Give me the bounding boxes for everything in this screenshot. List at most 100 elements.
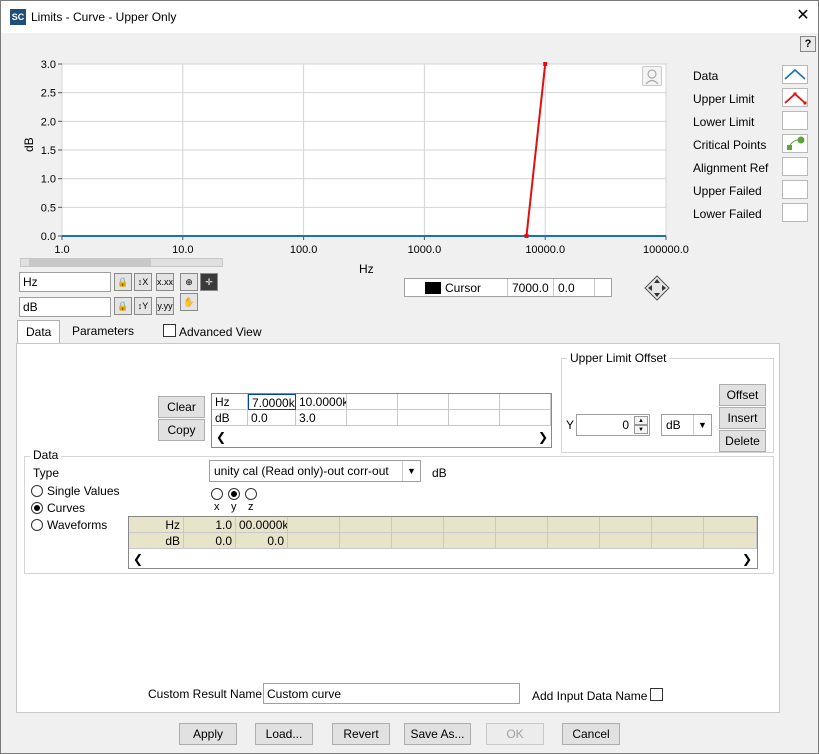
- limit-cell[interactable]: [449, 394, 500, 410]
- x-autoscale-icon[interactable]: ↕X: [134, 273, 152, 291]
- scroll-right-icon[interactable]: ❯: [538, 430, 548, 444]
- help-button[interactable]: ?: [800, 36, 816, 52]
- plot-scrollbar[interactable]: [20, 258, 223, 267]
- tab-parameters[interactable]: Parameters: [64, 320, 142, 343]
- offset-unit-select[interactable]: dB ▼: [661, 414, 712, 436]
- cancel-button[interactable]: Cancel: [562, 723, 620, 745]
- plot-user-icon[interactable]: [642, 66, 662, 86]
- data-line-icon[interactable]: [782, 65, 808, 84]
- delete-button[interactable]: Delete: [719, 430, 766, 452]
- upper-limit-offset-title: Upper Limit Offset: [567, 351, 670, 365]
- limit-cell[interactable]: [347, 410, 398, 426]
- data-cell[interactable]: 0.0: [236, 533, 288, 549]
- advanced-view-checkbox[interactable]: [163, 324, 176, 337]
- data-cell[interactable]: [704, 517, 757, 533]
- offset-value-spinner[interactable]: 0 ▲ ▼: [576, 414, 650, 436]
- alignment-ref-swatch[interactable]: [782, 157, 808, 176]
- copy-button[interactable]: Copy: [158, 419, 205, 441]
- axis-x-radio[interactable]: [211, 488, 223, 500]
- insert-button[interactable]: Insert: [719, 407, 766, 429]
- data-cell[interactable]: [496, 533, 548, 549]
- y-tick-label: 1.0: [41, 174, 56, 186]
- scroll-right-icon[interactable]: ❯: [742, 552, 752, 566]
- legend-label-critical-points: Critical Points: [693, 138, 767, 152]
- axis-z-label: z: [248, 501, 254, 513]
- data-cell[interactable]: [392, 517, 444, 533]
- load-button[interactable]: Load...: [255, 723, 313, 745]
- limit-cell[interactable]: [500, 410, 551, 426]
- data-cell[interactable]: 1.0: [184, 517, 236, 533]
- data-cell[interactable]: [340, 517, 392, 533]
- mode-waveforms-radio[interactable]: [31, 519, 43, 531]
- custom-result-input[interactable]: Custom curve: [263, 683, 520, 704]
- save-as-button[interactable]: Save As...: [404, 723, 471, 745]
- limit-cell[interactable]: [449, 410, 500, 426]
- spin-down-icon[interactable]: ▼: [634, 425, 648, 434]
- advanced-view-label: Advanced View: [179, 325, 262, 339]
- y-format-icon[interactable]: y.yy: [156, 297, 174, 315]
- crosshair-icon[interactable]: ✛: [200, 273, 218, 291]
- data-cell[interactable]: [444, 533, 496, 549]
- data-cell[interactable]: 00.0000k: [236, 517, 288, 533]
- scroll-left-icon[interactable]: ❮: [216, 430, 226, 444]
- apply-button[interactable]: Apply: [179, 723, 237, 745]
- limit-plot[interactable]: 1.0 10.0 100.0 1000.0 10000.0 100000.0 0.0 0.5 1…: [0, 55, 700, 255]
- data-cell[interactable]: [600, 533, 652, 549]
- upper-failed-swatch[interactable]: [782, 180, 808, 199]
- pan-hand-icon[interactable]: ✋: [180, 293, 198, 311]
- add-input-checkbox[interactable]: [650, 688, 663, 701]
- scroll-left-icon[interactable]: ❮: [133, 552, 143, 566]
- limit-cell[interactable]: 10.0000k: [296, 394, 347, 410]
- data-cell[interactable]: [548, 533, 600, 549]
- revert-button[interactable]: Revert: [332, 723, 390, 745]
- mode-curves-radio[interactable]: [31, 502, 43, 514]
- data-cell[interactable]: [548, 517, 600, 533]
- legend-label-lower-limit: Lower Limit: [693, 115, 755, 129]
- data-cell[interactable]: [496, 517, 548, 533]
- limit-cell[interactable]: [347, 394, 398, 410]
- data-cell[interactable]: [652, 517, 704, 533]
- data-cell[interactable]: [392, 533, 444, 549]
- limit-table[interactable]: Hz dB 7.0000k 10.0000k 0.0 3.0 ❮ ❯: [211, 393, 552, 448]
- type-select[interactable]: unity cal (Read only)-out corr-out ▼: [209, 460, 421, 482]
- y-unit-field[interactable]: dB: [19, 297, 111, 317]
- data-cell[interactable]: [704, 533, 757, 549]
- data-cell[interactable]: [444, 517, 496, 533]
- data-cell[interactable]: [652, 533, 704, 549]
- limit-cell[interactable]: 0.0: [248, 410, 296, 426]
- tab-data[interactable]: Data: [17, 320, 61, 345]
- critical-points-icon[interactable]: [782, 134, 808, 153]
- y-lock-icon[interactable]: 🔒: [114, 297, 132, 315]
- y-tick-label: 0.0: [41, 231, 56, 243]
- data-cell[interactable]: [600, 517, 652, 533]
- x-axis-label: Hz: [359, 262, 374, 276]
- ok-button[interactable]: OK: [486, 723, 544, 745]
- x-lock-icon[interactable]: 🔒: [114, 273, 132, 291]
- data-cell[interactable]: [288, 517, 340, 533]
- mode-single-values-radio[interactable]: [31, 485, 43, 497]
- lower-failed-swatch[interactable]: [782, 203, 808, 222]
- data-cell[interactable]: 0.0: [184, 533, 236, 549]
- y-autoscale-icon[interactable]: ↕Y: [134, 297, 152, 315]
- limit-cell[interactable]: [398, 410, 449, 426]
- data-table[interactable]: Hz dB 1.0 00.0000k 0.0 0.0 ❮ ❯: [128, 516, 758, 569]
- x-unit-field[interactable]: Hz: [19, 272, 111, 292]
- cursor-move-diamond-icon[interactable]: [644, 275, 670, 301]
- spin-up-icon[interactable]: ▲: [634, 416, 648, 425]
- limit-cell[interactable]: 7.0000k: [248, 394, 296, 410]
- y-tick-label: 0.5: [41, 202, 56, 214]
- axis-y-radio[interactable]: [228, 488, 240, 500]
- data-cell[interactable]: [340, 533, 392, 549]
- limit-cell[interactable]: 3.0: [296, 410, 347, 426]
- data-cell[interactable]: [288, 533, 340, 549]
- upper-limit-icon[interactable]: [782, 88, 808, 107]
- offset-button[interactable]: Offset: [719, 384, 766, 406]
- x-format-icon[interactable]: x.xx: [156, 273, 174, 291]
- zoom-icon[interactable]: ⊕: [180, 273, 198, 291]
- lower-limit-swatch[interactable]: [782, 111, 808, 130]
- axis-z-radio[interactable]: [245, 488, 257, 500]
- close-icon[interactable]: ✕: [794, 6, 812, 26]
- limit-cell[interactable]: [500, 394, 551, 410]
- limit-cell[interactable]: [398, 394, 449, 410]
- clear-button[interactable]: Clear: [158, 396, 205, 418]
